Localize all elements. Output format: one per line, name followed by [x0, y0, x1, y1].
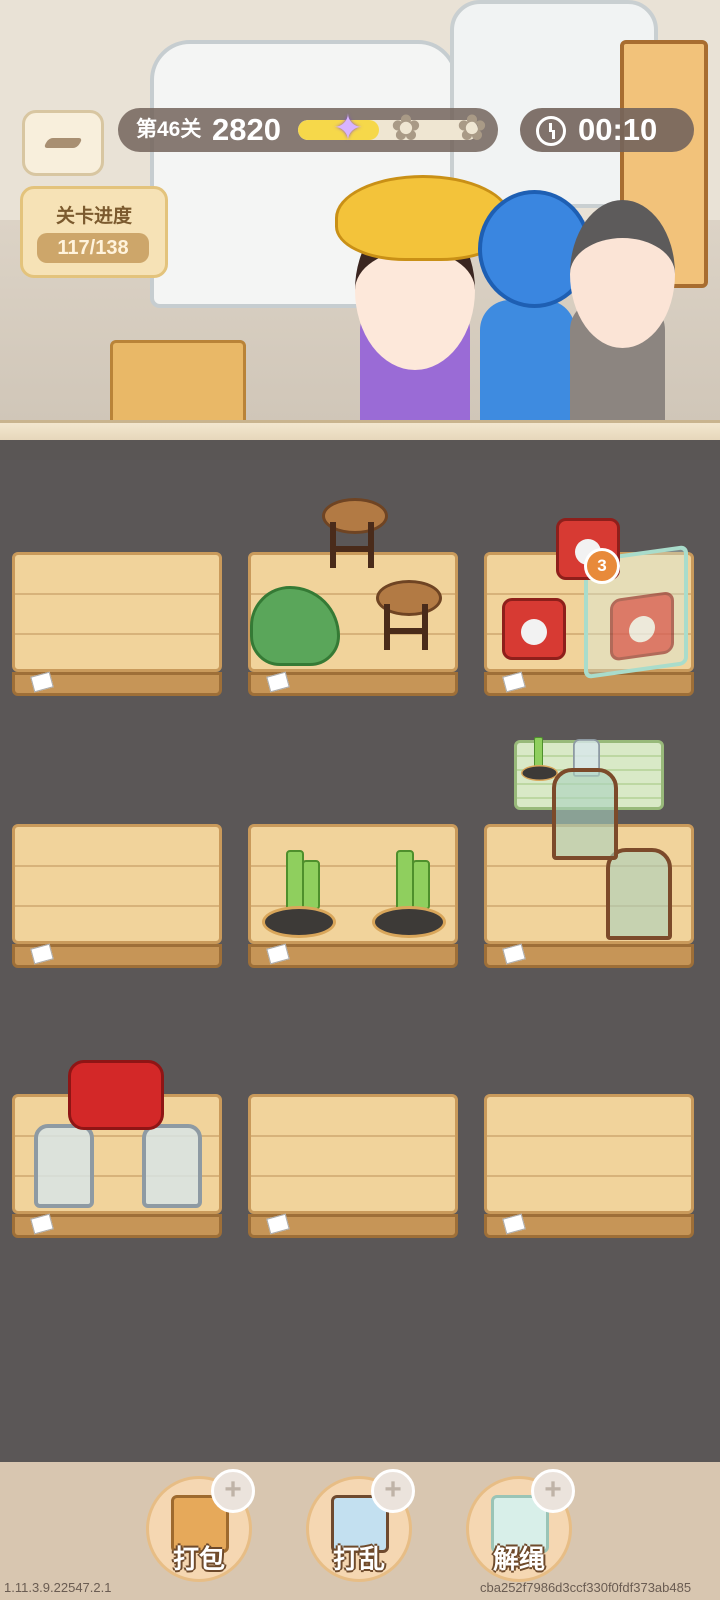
pallet-r2-c2[interactable] [248, 824, 458, 974]
bamboo-bonsai-icon[interactable] [258, 846, 336, 938]
silver-lantern-icon[interactable] [142, 1124, 202, 1208]
add-tool-icon[interactable]: + [531, 1469, 575, 1513]
pallet-r2-c1[interactable] [12, 824, 222, 974]
stack-count-badge: 3 [584, 548, 620, 584]
level-progress-panel: 关卡进度 117/138 [20, 186, 168, 278]
back-button[interactable] [22, 110, 104, 176]
customer-courier-body [480, 300, 575, 430]
level-progress-count: 117/138 [37, 233, 149, 263]
score-value: 2820 [212, 112, 281, 147]
star-empty-icon: ✿ [456, 107, 488, 148]
version-text: 1.11.3.9.22547.2.1 [4, 1580, 112, 1595]
red-telephone-icon[interactable] [502, 598, 566, 660]
build-hash-text: cba252f7986d3ccf330f0fdf373ab485 [480, 1580, 692, 1595]
pallet-r3-c2[interactable] [248, 1094, 458, 1244]
red-telephone-icon [610, 590, 674, 662]
pallet-r1-c1[interactable] [12, 552, 222, 702]
pallet-top [484, 1094, 694, 1214]
untie-tool-label: 解绳 [492, 1544, 545, 1574]
bamboo-bonsai-icon[interactable] [368, 846, 446, 938]
wooden-stool-icon[interactable] [376, 580, 442, 656]
pallet-top [12, 552, 222, 672]
level-progress-title: 关卡进度 [55, 206, 132, 227]
pallet-top [12, 824, 222, 944]
pack-tool-label: 打包 [172, 1544, 225, 1574]
add-tool-icon[interactable]: + [211, 1469, 255, 1513]
countdown-timer: 00:10 [520, 108, 694, 152]
bamboo-bonsai-icon [519, 735, 558, 781]
back-arrow-icon [43, 138, 83, 148]
red-armchair-icon[interactable] [68, 1060, 164, 1130]
level-score-bar: 第46关 2820 ✦ ✿ ✿ [118, 108, 498, 152]
pallet-r3-c3[interactable] [484, 1094, 694, 1244]
terrarium-icon[interactable] [552, 768, 618, 860]
level-number: 第46关 [136, 118, 202, 141]
terrarium-icon[interactable] [606, 848, 672, 940]
add-tool-icon[interactable]: + [371, 1469, 415, 1513]
counter-shelf [0, 420, 720, 440]
customer-boy-head [570, 200, 675, 348]
pallet-r1-c2[interactable] [248, 552, 458, 702]
pack-tool-button[interactable]: + 打包 [146, 1469, 255, 1582]
pallet-top [248, 1094, 458, 1214]
wooden-stool-icon[interactable] [322, 498, 388, 574]
silver-lantern-icon[interactable] [34, 1124, 94, 1208]
star-earned-icon: ✦ [332, 107, 364, 148]
shuffle-tool-button[interactable]: + 打乱 [306, 1469, 415, 1582]
star-empty-icon: ✿ [390, 107, 422, 148]
clock-icon [536, 116, 566, 146]
shuffle-tool-label: 打乱 [332, 1544, 385, 1574]
untie-tool-button[interactable]: + 解绳 [466, 1469, 575, 1582]
timer-value: 00:10 [578, 112, 658, 147]
